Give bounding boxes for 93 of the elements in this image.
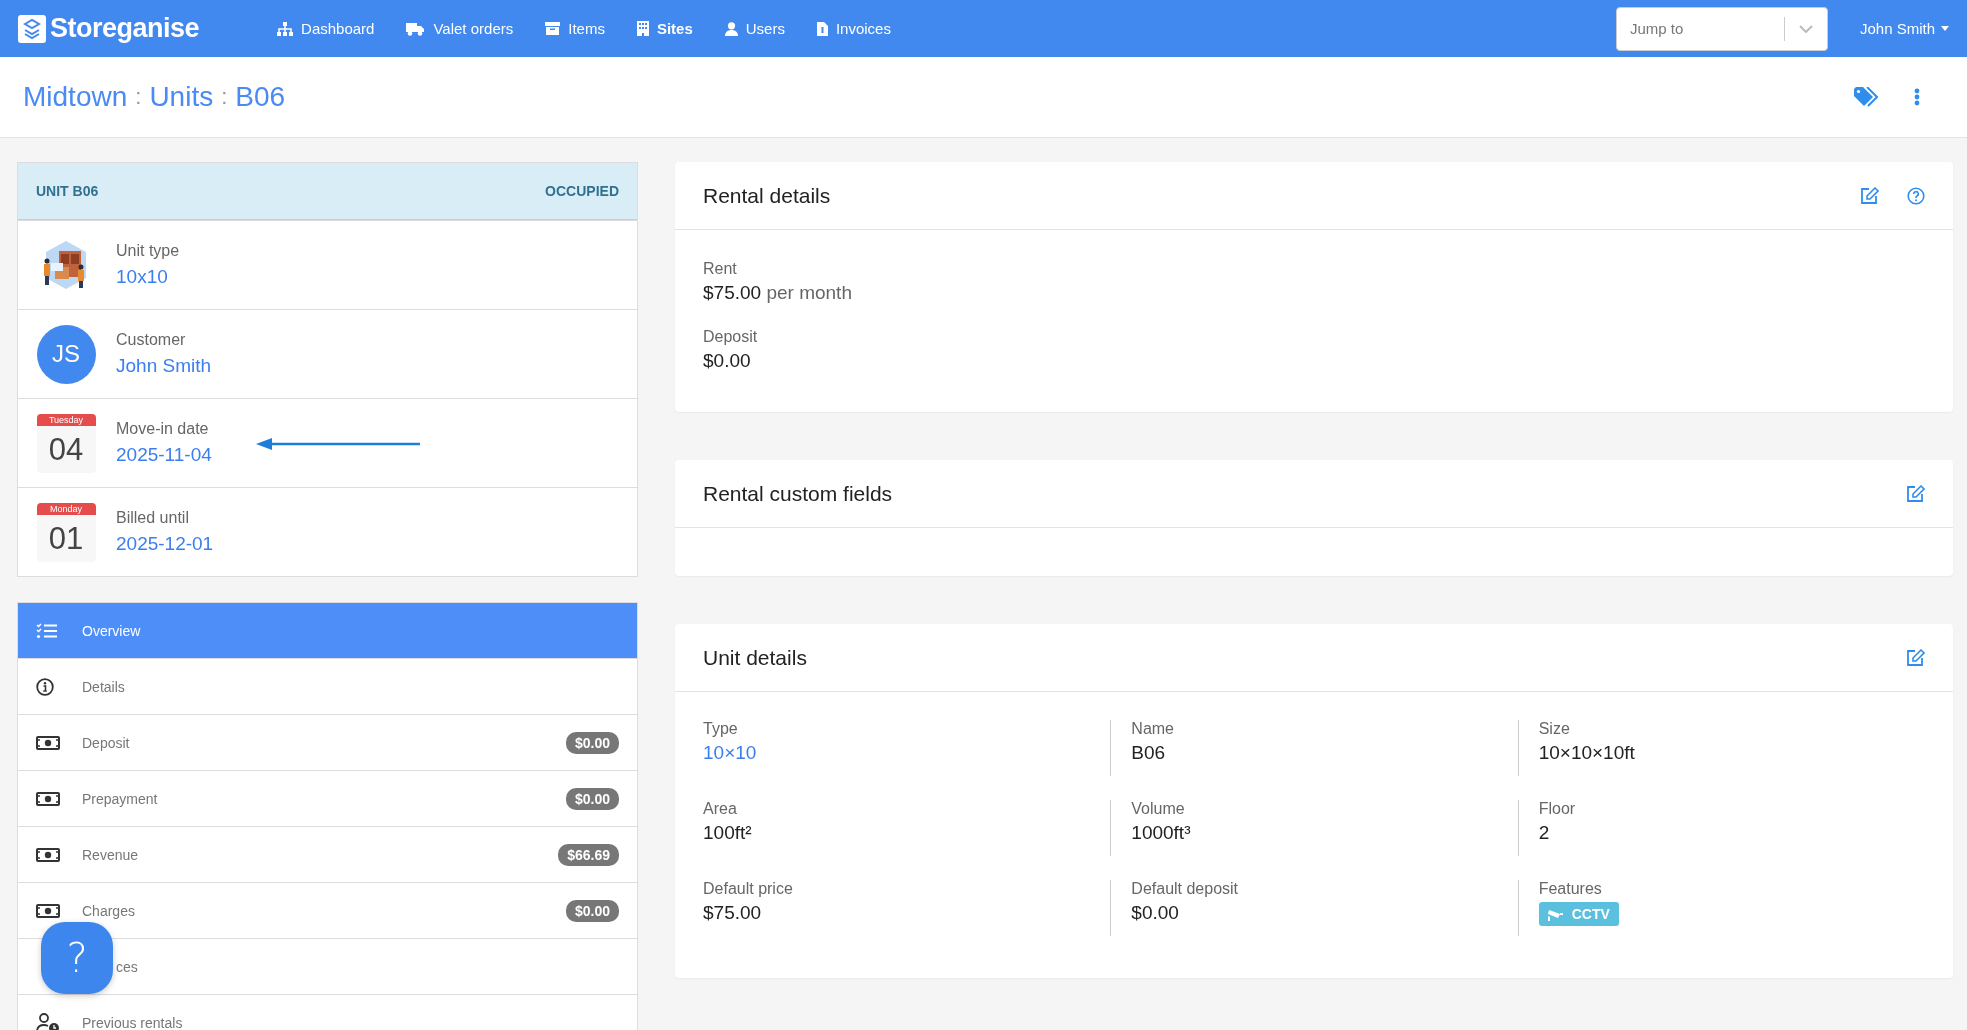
field-label: Billed until	[116, 509, 190, 527]
user-icon	[724, 21, 738, 36]
field-link[interactable]: 2025-12-01	[116, 533, 214, 555]
banknote-icon	[36, 791, 60, 806]
building-icon	[636, 21, 649, 36]
amount-badge: $66.69	[558, 843, 619, 866]
card-title: Rental custom fields	[703, 481, 894, 506]
edit-icon[interactable]	[1906, 484, 1925, 503]
field-value: 1000ft³	[1131, 822, 1192, 844]
tags-icon[interactable]	[1854, 87, 1878, 107]
logo-icon	[18, 14, 46, 43]
field-label: Rent	[703, 260, 738, 278]
menu-label: ces	[116, 958, 139, 975]
nav-link[interactable]: Valet orders	[392, 12, 528, 45]
jump-to-select[interactable]: Jump to	[1615, 6, 1828, 51]
menu-label: Prepayment	[82, 790, 159, 807]
field-label: Area	[703, 800, 738, 818]
checklist-icon	[36, 622, 57, 639]
status-label: OCCUPIED	[545, 183, 619, 199]
menu-label: Overview	[82, 622, 142, 639]
nav-link[interactable]: Dashboard	[263, 12, 389, 45]
amount-badge: $0.00	[565, 787, 619, 810]
menu-label: Details	[82, 678, 126, 695]
box-icon	[545, 22, 561, 35]
field-link[interactable]: John Smith	[116, 355, 212, 377]
help-icon[interactable]	[1907, 186, 1925, 205]
field-label: Name	[1131, 720, 1175, 738]
menu-item[interactable]: Details	[18, 658, 637, 714]
banknote-icon	[36, 847, 60, 862]
field-label: Volume	[1131, 800, 1186, 818]
caret-icon	[1941, 26, 1949, 31]
menu-label: Charges	[82, 902, 136, 919]
menu-item[interactable]: Overview	[18, 603, 637, 658]
menu-item[interactable]: Previous rentals	[18, 994, 637, 1030]
field-value: $0.00	[1131, 902, 1180, 924]
feature-tag: CCTV	[1538, 902, 1619, 926]
amount-badge: $0.00	[565, 731, 619, 754]
menu-label: Revenue	[82, 846, 140, 863]
more-icon[interactable]	[1914, 88, 1920, 106]
field-value: $0.00	[703, 350, 752, 372]
breadcrumb-link[interactable]: Units	[149, 81, 214, 113]
field-value: $75.00 per month	[703, 282, 853, 304]
breadcrumb-separator: :	[135, 84, 142, 110]
info-icon	[36, 677, 54, 696]
nav-link[interactable]: Sites	[622, 12, 707, 45]
field-label: Type	[703, 720, 739, 738]
camera-icon	[1547, 907, 1565, 921]
field-label: Customer	[116, 331, 187, 349]
field-value: $75.00	[703, 902, 763, 924]
menu-item[interactable]: Revenue $66.69	[18, 826, 637, 882]
nav-link[interactable]: Users	[710, 12, 799, 45]
field-link[interactable]: 10x10	[116, 266, 180, 288]
field-value: B06	[1131, 742, 1167, 764]
breadcrumb-link[interactable]: B06	[235, 81, 286, 113]
field-label: Move-in date	[116, 420, 210, 438]
unit-title: UNIT B06	[36, 183, 99, 199]
logo-text: Storeganise	[50, 13, 200, 44]
menu-item[interactable]: Prepayment $0.00	[18, 770, 637, 826]
menu-item[interactable]: Deposit $0.00	[18, 714, 637, 770]
sitemap-icon	[277, 21, 294, 36]
amount-badge: $0.00	[565, 899, 619, 922]
field-label: Default deposit	[1131, 880, 1240, 898]
edit-icon[interactable]	[1860, 186, 1879, 205]
truck-icon	[406, 21, 426, 36]
user-menu[interactable]: John Smith	[1859, 20, 1949, 37]
card-title: Rental details	[703, 183, 832, 208]
nav-link[interactable]: Items	[531, 12, 619, 45]
chevron-down-icon	[1798, 24, 1813, 33]
field-link[interactable]: 2025-11-04	[116, 444, 212, 466]
field-value: 100ft²	[703, 822, 753, 844]
nav-link[interactable]: Invoices	[802, 12, 905, 45]
calendar-icon: Tuesday 04	[36, 413, 96, 473]
field-label: Unit type	[116, 242, 180, 260]
field-label: Deposit	[703, 328, 759, 346]
breadcrumb-separator: :	[221, 84, 228, 110]
help-button[interactable]: ?	[41, 922, 113, 994]
field-value: 10×10×10ft	[1538, 742, 1636, 764]
menu-label: Deposit	[82, 734, 131, 751]
field-value: 2	[1538, 822, 1551, 844]
calendar-icon: Monday 01	[36, 502, 96, 562]
field-link[interactable]: 10×10	[703, 742, 1111, 764]
field-label: Size	[1538, 720, 1571, 738]
document-icon	[816, 21, 828, 36]
field-label: Floor	[1538, 800, 1577, 818]
banknote-icon	[36, 903, 60, 918]
breadcrumb-link[interactable]: Midtown	[23, 81, 128, 113]
field-label: Default price	[703, 880, 794, 898]
menu-label: Previous rentals	[82, 1014, 184, 1030]
edit-icon[interactable]	[1906, 648, 1925, 667]
banknote-icon	[36, 735, 60, 750]
field-label: Features	[1538, 880, 1603, 898]
card-title: Unit details	[703, 645, 808, 670]
avatar: JS	[36, 324, 96, 384]
